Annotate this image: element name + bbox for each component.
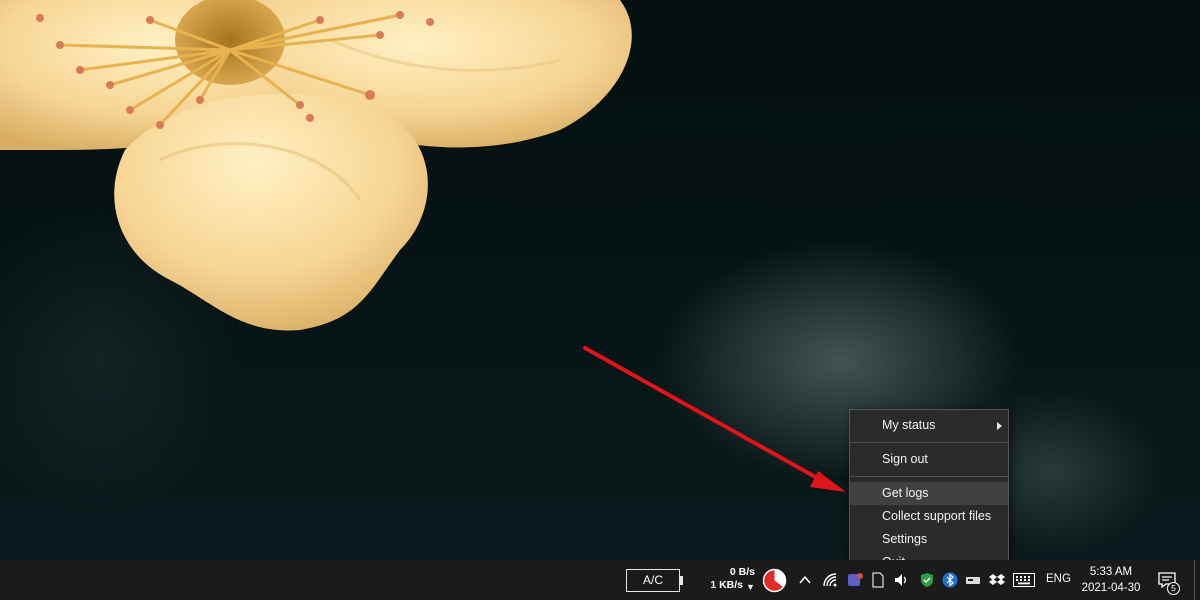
shield-icon[interactable]	[917, 570, 937, 590]
taskbar: A/C 0 B/s 1 KB/s ▼ ENG 5:33 AM 2021-04-3…	[0, 560, 1200, 600]
drive-icon[interactable]	[963, 570, 983, 590]
show-desktop-button[interactable]	[1194, 560, 1195, 600]
menu-item-collect-support-files[interactable]: Collect support files	[850, 505, 1008, 528]
download-arrow-icon: ▼	[746, 582, 755, 592]
app-icon[interactable]	[845, 570, 865, 590]
notification-count-badge: 5	[1167, 582, 1180, 595]
menu-item-label: My status	[882, 418, 936, 432]
desktop-screen: My status Sign out Get logs Collect supp…	[0, 0, 1200, 600]
submenu-arrow-icon	[997, 422, 1002, 430]
menu-item-get-logs[interactable]: Get logs	[850, 482, 1008, 505]
chevron-up-icon[interactable]	[795, 570, 815, 590]
dropbox-icon[interactable]	[987, 570, 1007, 590]
menu-item-label: Get logs	[882, 486, 929, 500]
menu-item-my-status[interactable]: My status	[850, 414, 1008, 437]
clock-time: 5:33 AM	[1089, 566, 1133, 578]
pie-chart-icon[interactable]	[762, 568, 787, 593]
menu-item-label: Settings	[882, 532, 928, 546]
tray-context-menu: My status Sign out Get logs Collect supp…	[849, 409, 1009, 575]
clock-date: 2021-04-30	[1081, 582, 1141, 594]
power-status-badge[interactable]: A/C	[626, 569, 680, 592]
menu-item-label: Collect support files	[882, 509, 992, 523]
red-arrow-annotation	[583, 346, 846, 492]
menu-item-sign-out[interactable]: Sign out	[850, 448, 1008, 471]
upload-speed: 0 B/s	[729, 566, 755, 578]
input-language-indicator[interactable]: ENG	[1046, 573, 1071, 585]
document-icon[interactable]	[868, 570, 888, 590]
bluetooth-icon[interactable]	[940, 570, 960, 590]
system-clock[interactable]: 5:33 AM 2021-04-30	[1075, 564, 1147, 596]
battery-tip-icon	[680, 576, 683, 585]
volume-icon[interactable]	[891, 570, 911, 590]
menu-item-settings[interactable]: Settings	[850, 528, 1008, 551]
menu-separator	[850, 476, 1008, 477]
menu-item-label: Sign out	[882, 452, 928, 466]
menu-separator	[850, 442, 1008, 443]
keyboard-icon[interactable]	[1013, 570, 1035, 590]
wifi-icon[interactable]	[820, 570, 840, 590]
